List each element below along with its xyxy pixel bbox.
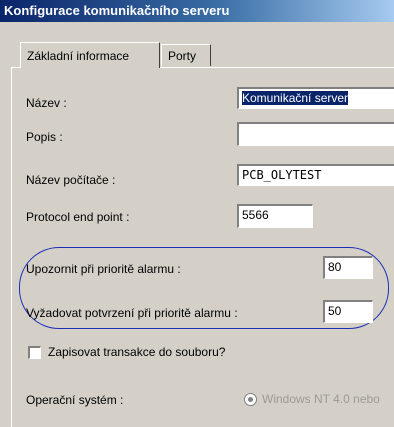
name-label: Název : bbox=[26, 96, 67, 110]
tab-zakladni-informace[interactable]: Základní informace bbox=[20, 42, 160, 68]
window-title: Konfigurace komunikačního serveru bbox=[4, 3, 230, 18]
computer-name-field[interactable]: PCB_OLYTEST bbox=[237, 164, 394, 186]
os-label: Operační systém : bbox=[26, 393, 124, 407]
alarm-ack-priority-label: Vyžadovat potvrzení při prioritě alarmu … bbox=[26, 306, 238, 320]
alarm-ack-priority-field[interactable]: 50 bbox=[323, 300, 373, 323]
alarm-notify-priority-label: Upozornit při prioritě alarmu : bbox=[26, 262, 181, 276]
tab-porty[interactable]: Porty bbox=[161, 44, 211, 66]
os-radio[interactable] bbox=[244, 393, 257, 406]
tab-label: Porty bbox=[168, 49, 197, 63]
protocol-end-point-field[interactable]: 5566 bbox=[237, 204, 313, 228]
os-option-label: Windows NT 4.0 nebo bbox=[262, 392, 380, 406]
alarm-notify-priority-field[interactable]: 80 bbox=[323, 256, 373, 279]
log-transactions-checkbox[interactable] bbox=[28, 346, 41, 359]
description-label: Popis : bbox=[26, 130, 63, 144]
description-field[interactable] bbox=[237, 122, 394, 146]
name-field-value: Komunikační server bbox=[242, 91, 349, 105]
log-transactions-label: Zapisovat transakce do souboru? bbox=[48, 345, 226, 359]
name-field[interactable]: Komunikační server bbox=[237, 87, 394, 109]
window-titlebar: Konfigurace komunikačního serveru bbox=[0, 0, 394, 22]
protocol-end-point-label: Protocol end point : bbox=[26, 210, 130, 224]
computer-name-label: Název počítače : bbox=[26, 173, 116, 187]
tab-label: Základní informace bbox=[27, 49, 130, 63]
